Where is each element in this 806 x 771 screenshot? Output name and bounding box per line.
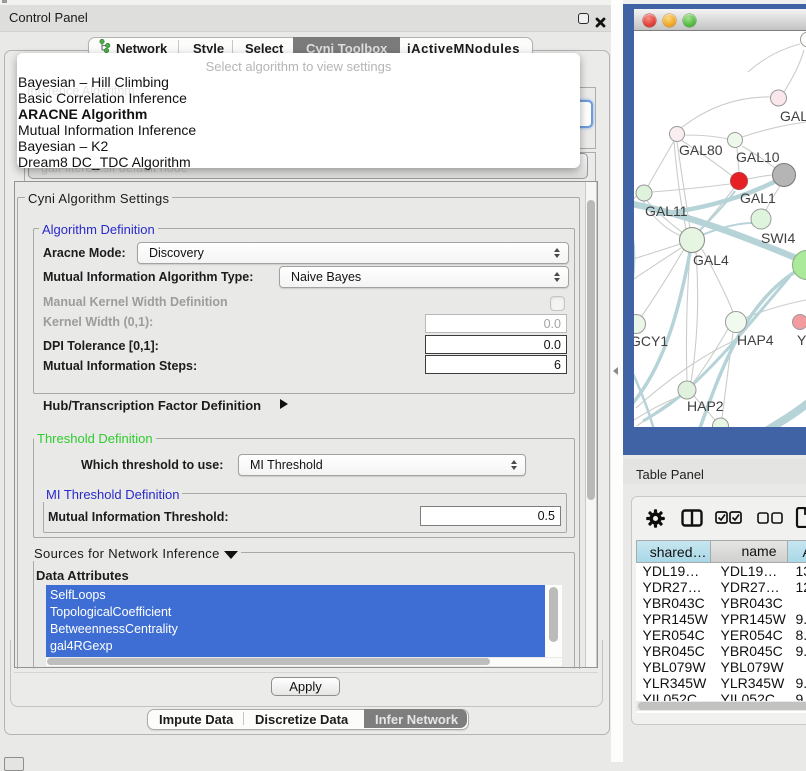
svg-text:HAP4: HAP4: [737, 332, 774, 348]
svg-text:GAL: GAL: [780, 108, 806, 124]
svg-text:GAL11: GAL11: [645, 203, 688, 219]
svg-text:Y: Y: [797, 332, 806, 348]
svg-text:GCY1: GCY1: [634, 333, 668, 349]
svg-text:GAL4: GAL4: [693, 252, 729, 268]
svg-text:SWI4: SWI4: [761, 230, 795, 246]
svg-text:HAP2: HAP2: [687, 398, 724, 414]
svg-text:GAL10: GAL10: [736, 149, 780, 165]
svg-text:GAL80: GAL80: [679, 142, 723, 158]
svg-text:GAL1: GAL1: [740, 190, 776, 206]
